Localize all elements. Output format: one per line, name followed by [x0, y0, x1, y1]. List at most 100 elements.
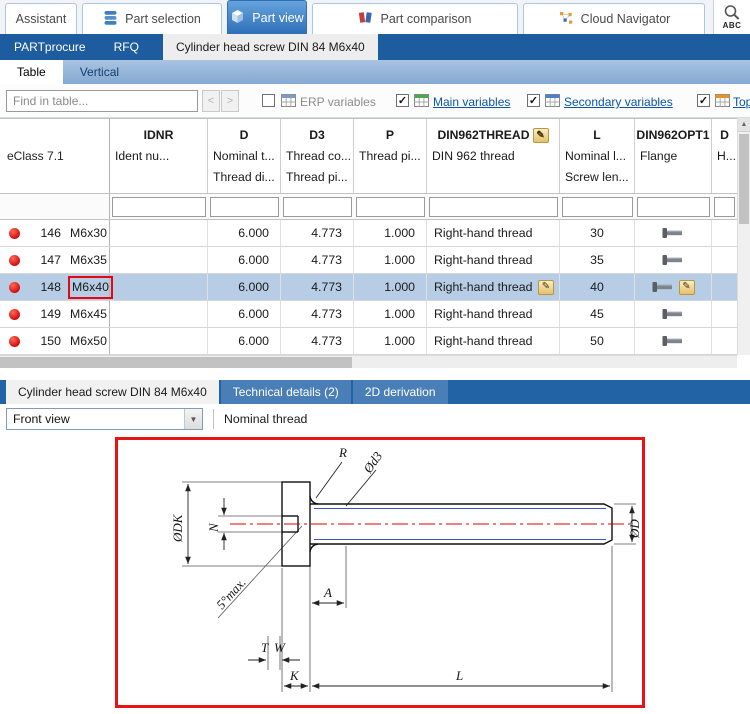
- filter-input-d3[interactable]: [283, 197, 352, 217]
- secondary-variables-checkbox[interactable]: [527, 94, 540, 107]
- filter-input-p[interactable]: [356, 197, 425, 217]
- cell-p[interactable]: 1.000: [354, 328, 427, 354]
- topo-link[interactable]: Topo: [733, 95, 750, 109]
- column-header-din962thread[interactable]: DIN962THREAD✎ DIN 962 thread: [427, 119, 560, 193]
- row-name-cell[interactable]: M6x45: [66, 301, 110, 327]
- dropdown-arrow-icon[interactable]: ▼: [184, 409, 202, 429]
- cell-l[interactable]: 45: [560, 301, 635, 327]
- edit-pencil-icon[interactable]: ✎: [538, 280, 554, 295]
- erp-variables-checkbox[interactable]: [262, 94, 275, 107]
- row-name-cell[interactable]: M6x30: [66, 220, 110, 246]
- vertical-scroll-thumb[interactable]: [739, 134, 749, 224]
- cell-l[interactable]: 50: [560, 328, 635, 354]
- filter-input-l[interactable]: [562, 197, 633, 217]
- cell-l[interactable]: 35: [560, 247, 635, 273]
- cell-d3[interactable]: 4.773: [281, 220, 354, 246]
- cell-idnr[interactable]: [110, 274, 208, 300]
- cell-d-partial[interactable]: [712, 247, 737, 273]
- cell-p[interactable]: 1.000: [354, 301, 427, 327]
- table-row[interactable]: 150 M6x50 6.000 4.773 1.000 Right-hand t…: [0, 328, 750, 355]
- horizontal-scrollbar[interactable]: [0, 355, 737, 368]
- row-name-cell[interactable]: M6x35: [66, 247, 110, 273]
- cell-d[interactable]: 6.000: [208, 220, 281, 246]
- cell-l[interactable]: 30: [560, 220, 635, 246]
- table-row[interactable]: 146 M6x30 6.000 4.773 1.000 Right-hand t…: [0, 220, 750, 247]
- column-header-idnr[interactable]: IDNR Ident nu...: [110, 119, 208, 193]
- tab-part-view[interactable]: Part view: [227, 0, 307, 34]
- tab-part-comparison[interactable]: Part comparison: [312, 3, 518, 34]
- cell-d3[interactable]: 4.773: [281, 247, 354, 273]
- cell-d3[interactable]: 4.773: [281, 328, 354, 354]
- cell-din962opt1[interactable]: ✎: [635, 328, 712, 354]
- horizontal-scroll-thumb[interactable]: [0, 357, 352, 368]
- cell-din962thread[interactable]: Right-hand thread ✎: [427, 247, 560, 273]
- tab-preview-document[interactable]: Cylinder head screw DIN 84 M6x40: [6, 380, 219, 404]
- column-header-d-partial[interactable]: D H...: [712, 119, 737, 193]
- secondary-variables-link[interactable]: Secondary variables: [564, 95, 673, 109]
- cell-idnr[interactable]: [110, 301, 208, 327]
- menu-partprocure[interactable]: PARTprocure: [0, 34, 100, 60]
- column-header-d[interactable]: D Nominal t... Thread di...: [208, 119, 281, 193]
- vertical-scrollbar[interactable]: ▲: [737, 118, 750, 355]
- find-in-table-input[interactable]: [6, 90, 198, 112]
- column-header-p[interactable]: P Thread pi...: [354, 119, 427, 193]
- filter-input-d-partial[interactable]: [714, 197, 735, 217]
- main-variables-link[interactable]: Main variables: [433, 95, 510, 109]
- cell-d3[interactable]: 4.773: [281, 301, 354, 327]
- scroll-up-arrow[interactable]: ▲: [738, 118, 750, 132]
- cell-din962opt1[interactable]: ✎: [635, 247, 712, 273]
- find-previous-button[interactable]: <: [202, 90, 220, 112]
- cell-idnr[interactable]: [110, 247, 208, 273]
- tab-2d-derivation[interactable]: 2D derivation: [353, 380, 448, 404]
- cell-d-partial[interactable]: [712, 301, 737, 327]
- cell-d3[interactable]: 4.773: [281, 274, 354, 300]
- view-select-dropdown[interactable]: Front view ▼: [6, 408, 203, 430]
- cell-din962opt1[interactable]: ✎: [635, 274, 712, 300]
- cell-idnr[interactable]: [110, 220, 208, 246]
- tab-table[interactable]: Table: [0, 60, 63, 84]
- filter-input-d[interactable]: [210, 197, 279, 217]
- cell-d-partial[interactable]: [712, 274, 737, 300]
- filter-input-din962opt1[interactable]: [637, 197, 710, 217]
- tab-part-selection[interactable]: Part selection: [82, 3, 222, 34]
- cell-din962thread[interactable]: Right-hand thread ✎: [427, 301, 560, 327]
- tab-assistant[interactable]: Assistant: [5, 3, 77, 34]
- topo-checkbox[interactable]: [697, 94, 710, 107]
- cell-l[interactable]: 40: [560, 274, 635, 300]
- cell-d[interactable]: 6.000: [208, 247, 281, 273]
- tab-technical-details[interactable]: Technical details (2): [221, 380, 351, 404]
- edit-pencil-icon[interactable]: ✎: [679, 280, 695, 295]
- column-header-d3[interactable]: D3 Thread co... Thread pi...: [281, 119, 354, 193]
- cell-d[interactable]: 6.000: [208, 274, 281, 300]
- table-row[interactable]: 147 M6x35 6.000 4.773 1.000 Right-hand t…: [0, 247, 750, 274]
- cell-d[interactable]: 6.000: [208, 328, 281, 354]
- find-next-button[interactable]: >: [221, 90, 239, 112]
- row-name-cell[interactable]: M6x50: [66, 328, 110, 354]
- filter-input-idnr[interactable]: [112, 197, 206, 217]
- search-button[interactable]: ABC: [713, 0, 750, 34]
- cell-d-partial[interactable]: [712, 328, 737, 354]
- cell-p[interactable]: 1.000: [354, 220, 427, 246]
- cell-din962thread[interactable]: Right-hand thread ✎: [427, 274, 560, 300]
- cell-din962opt1[interactable]: ✎: [635, 220, 712, 246]
- table-row[interactable]: 148 M6x40 6.000 4.773 1.000 Right-hand t…: [0, 274, 750, 301]
- edit-pencil-icon[interactable]: ✎: [533, 128, 549, 143]
- cell-p[interactable]: 1.000: [354, 247, 427, 273]
- cell-d[interactable]: 6.000: [208, 301, 281, 327]
- cell-din962thread[interactable]: Right-hand thread ✎: [427, 328, 560, 354]
- cell-idnr[interactable]: [110, 328, 208, 354]
- filter-input-din962thread[interactable]: [429, 197, 558, 217]
- cell-p[interactable]: 1.000: [354, 274, 427, 300]
- table-row[interactable]: 149 M6x45 6.000 4.773 1.000 Right-hand t…: [0, 301, 750, 328]
- column-header-din962opt1[interactable]: DIN962OPT1 Flange: [635, 119, 712, 193]
- menu-rfq[interactable]: RFQ: [100, 34, 153, 60]
- cell-din962thread[interactable]: Right-hand thread ✎: [427, 220, 560, 246]
- column-header-l[interactable]: L Nominal l... Screw len...: [560, 119, 635, 193]
- row-name-cell[interactable]: M6x40: [66, 274, 110, 300]
- main-variables-checkbox[interactable]: [396, 94, 409, 107]
- cell-din962opt1[interactable]: ✎: [635, 301, 712, 327]
- cell-d-partial[interactable]: [712, 220, 737, 246]
- tab-cloud-navigator[interactable]: Cloud Navigator: [523, 3, 705, 34]
- document-tab-active[interactable]: Cylinder head screw DIN 84 M6x40: [163, 34, 378, 60]
- tab-vertical[interactable]: Vertical: [63, 60, 136, 84]
